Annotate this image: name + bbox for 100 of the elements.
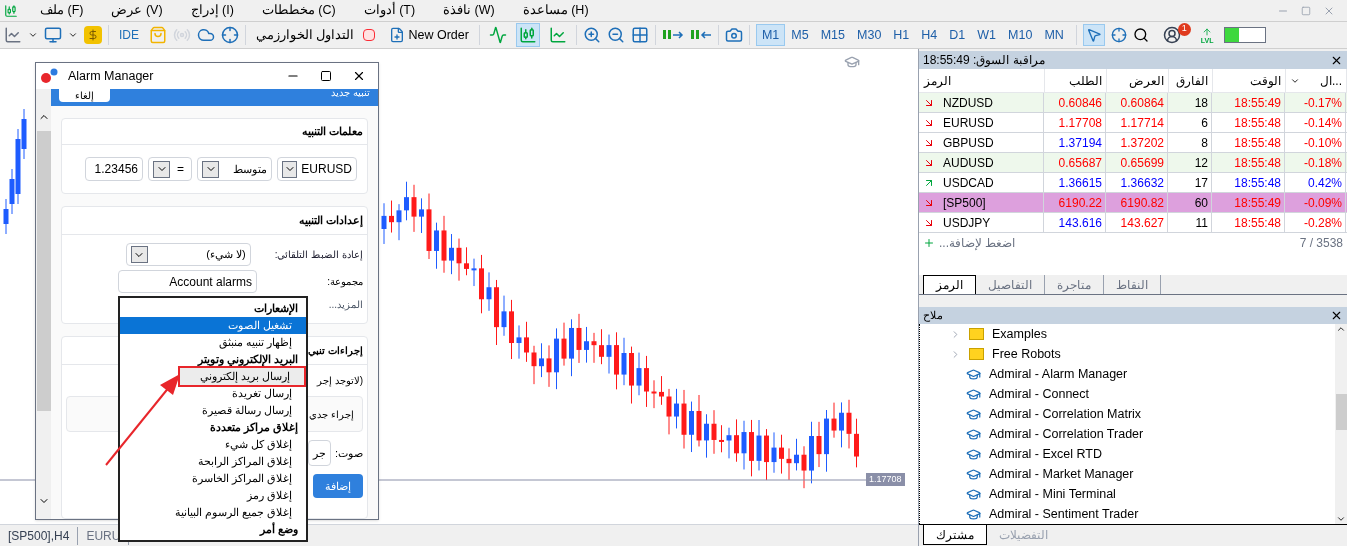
column-header[interactable]: الطلب [1069, 71, 1102, 90]
timeframe-button[interactable]: M5 [785, 24, 815, 46]
menu-item[interactable]: إغلاق كل شيء [120, 436, 306, 453]
menu-item[interactable]: إرسال تغريدة [120, 385, 306, 402]
caret-icon[interactable] [130, 246, 148, 263]
timeframe-button[interactable]: M10 [1002, 24, 1039, 46]
table-row[interactable]: NZDUSD 0.60846 0.60864 18 18:55:49 -0.17% [919, 93, 1347, 113]
plus-icon [923, 237, 935, 249]
mode-select[interactable]: متوسط [197, 157, 272, 181]
screenshot-icon[interactable] [724, 26, 743, 44]
table-row[interactable]: USDCAD 1.36615 1.36632 17 18:55:48 0.42% [919, 173, 1347, 193]
close-icon[interactable] [352, 69, 366, 83]
tree-item[interactable]: Admiral - Mini Terminal [989, 484, 1116, 504]
tree-item[interactable]: Admiral - Excel RTD [989, 444, 1102, 464]
timeframe-button[interactable]: H4 [915, 24, 944, 46]
column-header[interactable]: العرض [1129, 71, 1164, 90]
graduation-cap-icon [966, 486, 981, 502]
menu-item[interactable]: إرسال رسالة قصيرة [120, 402, 306, 419]
tree-item[interactable]: Admiral - Alarm Manager [989, 364, 1128, 384]
menu-item[interactable]: إغلاق المراكز الخاسرة [120, 470, 306, 487]
value-input[interactable]: 1.23456 [85, 157, 143, 181]
caret-icon[interactable] [282, 160, 298, 178]
zoom-out-icon[interactable] [606, 26, 625, 44]
menu-item[interactable]: مساعدة (H) [508, 1, 603, 20]
zoom-in-icon[interactable] [582, 26, 601, 44]
new-order-button[interactable]: New Order [384, 25, 473, 45]
menu-item[interactable]: أدوات (T) [349, 1, 430, 20]
candle [689, 401, 694, 453]
chart-tab[interactable]: [SP500],H4 [0, 526, 79, 545]
timeframe-button[interactable]: M30 [851, 24, 888, 46]
table-row[interactable]: GBPUSD 1.37194 1.37202 8 18:55:48 -0.10% [919, 133, 1347, 153]
scrollbar-thumb[interactable] [1335, 394, 1347, 430]
timeframe-button[interactable]: M15 [814, 24, 851, 46]
cursor-icon[interactable] [1082, 24, 1105, 46]
tree-item[interactable]: Admiral - Market Manager [989, 464, 1134, 484]
table-row[interactable]: USDJPY 143.616 143.627 11 18:55:48 -0.28% [919, 213, 1347, 233]
candle [606, 334, 612, 374]
table-row[interactable]: AUDUSD 0.65687 0.65699 12 18:55:48 -0.18% [919, 153, 1347, 173]
menu-item[interactable]: إرسال بريد إلكتروني [180, 368, 304, 385]
group-input[interactable]: Account alarms [118, 270, 257, 293]
scrollbar-thumb[interactable] [36, 131, 51, 411]
caret-icon[interactable] [28, 30, 38, 40]
caret-icon[interactable] [202, 160, 219, 178]
column-header[interactable]: الفارق [1176, 71, 1208, 90]
candle [681, 389, 687, 450]
tree-item[interactable]: Admiral - Sentiment Trader [989, 504, 1139, 524]
operator-select[interactable]: = [148, 157, 192, 181]
tree-item[interactable]: Examples [992, 324, 1047, 344]
tab[interactable]: متاجرة [1045, 275, 1104, 294]
cloud-icon[interactable] [197, 26, 215, 44]
timeframe-button[interactable]: MN [1038, 24, 1070, 46]
candle [546, 344, 552, 388]
tree-item[interactable]: Admiral - Correlation Matrix [989, 404, 1142, 424]
table-row[interactable]: EURUSD 1.17708 1.17714 6 18:55:48 -0.14% [919, 113, 1347, 133]
menu-item[interactable]: تشغيل الصوت [120, 317, 306, 334]
column-header[interactable]: الرمز [924, 71, 951, 90]
tree-item[interactable]: Admiral - Connect [989, 384, 1090, 404]
algo-trading-button[interactable]: التداول الخوارزمي [252, 25, 379, 45]
account-icon[interactable] [1162, 26, 1181, 44]
scroll-up-icon[interactable] [1336, 324, 1346, 334]
tree-item[interactable]: Free Robots [992, 344, 1061, 364]
timeframe-button[interactable]: W1 [971, 24, 1003, 46]
menu-item[interactable]: إغلاق جميع الرسوم البيانية [120, 504, 306, 521]
close-icon[interactable] [1330, 309, 1343, 322]
tab[interactable]: النقاط [1104, 275, 1161, 294]
ide-button[interactable]: IDE [115, 26, 143, 44]
search-icon[interactable] [1132, 27, 1149, 43]
table-row[interactable]: [SP500] 6190.22 6190.82 60 18:55:49 -0.09% [919, 193, 1347, 213]
column-header[interactable]: ...ال [1320, 71, 1342, 90]
timeframe-button[interactable]: H1 [887, 24, 916, 46]
menu-item[interactable]: نافذة (W) [429, 1, 509, 20]
column-header[interactable]: الوقت [1250, 71, 1281, 90]
tab[interactable]: الرمز [923, 275, 976, 294]
crosshair-icon[interactable] [1110, 27, 1127, 43]
line-chart-icon[interactable] [4, 26, 22, 44]
scroll-down-icon[interactable] [1336, 514, 1346, 524]
menu-item[interactable]: إظهار تنبيه منبثق [120, 334, 306, 351]
tab[interactable]: مشترك [923, 525, 987, 545]
menu-item[interactable]: إغلاق المراكز الرابحة [120, 453, 306, 470]
symbol-select[interactable]: EURUSD [277, 157, 357, 181]
caret-icon[interactable] [68, 30, 78, 40]
add-symbol-link[interactable]: اضغط لإضافة... [923, 234, 1016, 252]
add-button[interactable]: إضافة [313, 474, 363, 498]
caret-icon[interactable] [153, 160, 170, 178]
cancel-button[interactable]: إلغاء [59, 89, 110, 102]
more-link[interactable]: المزيد... [328, 297, 363, 315]
timeframe-button[interactable]: D1 [943, 24, 972, 46]
menu-item[interactable]: عرض (V) [97, 1, 177, 20]
candlestick-icon[interactable] [515, 23, 540, 47]
dollar-icon[interactable] [84, 26, 102, 44]
menu-item[interactable]: إغلاق رمز [120, 487, 306, 504]
menu-item[interactable]: إدراج (I) [176, 1, 248, 20]
maximize-icon[interactable] [320, 70, 332, 82]
menu-item[interactable]: ملف (F) [26, 1, 98, 20]
tree-item[interactable]: Admiral - Correlation Trader [989, 424, 1144, 444]
reset-select[interactable]: (لا شيء) [125, 243, 251, 266]
menu-item[interactable]: مخططات (C) [247, 1, 350, 20]
monitor-chart-icon[interactable] [44, 26, 62, 44]
timeframe-button[interactable]: M1 [755, 24, 786, 46]
grid-icon[interactable] [630, 26, 649, 44]
